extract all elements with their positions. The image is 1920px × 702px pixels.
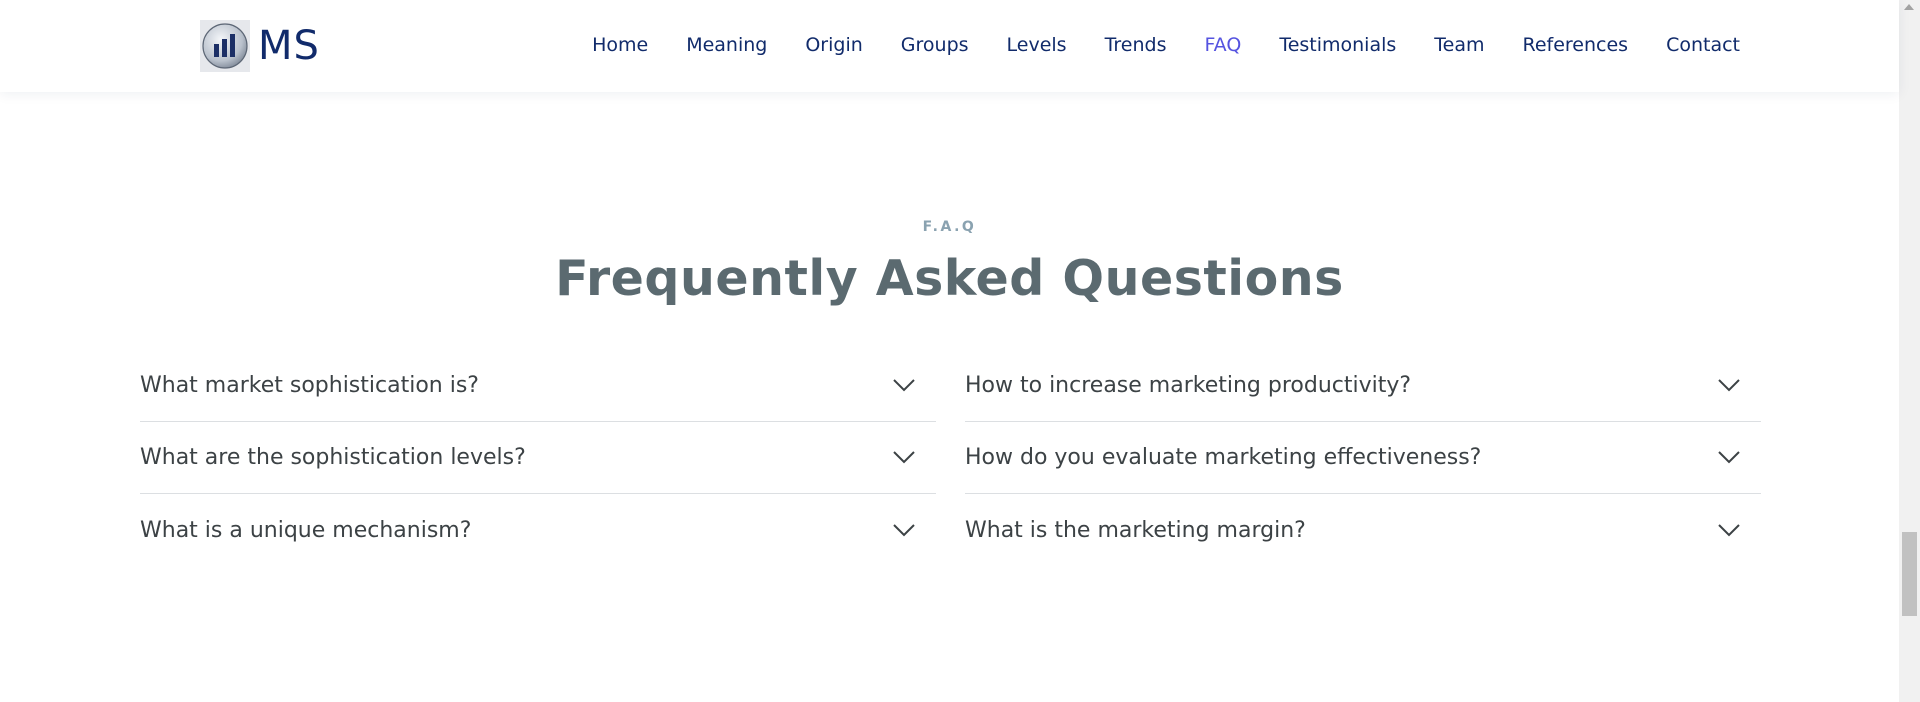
faq-item[interactable]: How do you evaluate marketing effectiven…: [965, 422, 1761, 494]
chevron-down-icon[interactable]: [892, 518, 916, 542]
site-logo[interactable]: MS: [200, 20, 320, 72]
section-title: Frequently Asked Questions: [555, 250, 1344, 307]
chevron-down-icon[interactable]: [892, 446, 916, 470]
nav-link-testimonials[interactable]: Testimonials: [1279, 30, 1396, 60]
scroll-up-arrow-icon[interactable]: [1904, 4, 1914, 10]
chevron-down-icon[interactable]: [1717, 446, 1741, 470]
faq-question: What is a unique mechanism?: [140, 517, 472, 543]
nav-link-team[interactable]: Team: [1434, 30, 1484, 60]
nav-link-trends[interactable]: Trends: [1105, 30, 1167, 60]
page-scrollbar[interactable]: [1899, 0, 1920, 702]
chevron-down-icon[interactable]: [1717, 374, 1741, 398]
faq-item[interactable]: What is a unique mechanism?: [140, 494, 936, 566]
site-header: MS Home Meaning Origin Groups Levels Tre…: [0, 0, 1899, 92]
faq-question: What is the marketing margin?: [965, 517, 1306, 543]
logo-text: MS: [258, 23, 320, 69]
section-eyebrow: F.A.Q: [922, 219, 977, 235]
faq-question: What are the sophistication levels?: [140, 445, 526, 470]
faq-item[interactable]: How to increase marketing productivity?: [965, 350, 1761, 422]
faq-column-left: What market sophistication is? What are …: [140, 350, 936, 566]
faq-question: What market sophistication is?: [140, 373, 479, 398]
nav-link-contact[interactable]: Contact: [1666, 30, 1740, 60]
scroll-thumb[interactable]: [1902, 532, 1917, 616]
nav-link-levels[interactable]: Levels: [1007, 30, 1067, 60]
faq-question: How to increase marketing productivity?: [965, 373, 1412, 398]
faq-item[interactable]: What market sophistication is?: [140, 350, 936, 422]
faq-question: How do you evaluate marketing effectiven…: [965, 445, 1482, 470]
nav-link-groups[interactable]: Groups: [901, 30, 969, 60]
nav-link-origin[interactable]: Origin: [805, 30, 862, 60]
faq-item[interactable]: What is the marketing margin?: [965, 494, 1761, 566]
chevron-down-icon[interactable]: [892, 374, 916, 398]
nav-link-home[interactable]: Home: [592, 30, 648, 60]
chevron-down-icon[interactable]: [1717, 518, 1741, 542]
faq-item[interactable]: What are the sophistication levels?: [140, 422, 936, 494]
nav-link-meaning[interactable]: Meaning: [686, 30, 767, 60]
faq-column-right: How to increase marketing productivity? …: [965, 350, 1761, 566]
main-nav: Home Meaning Origin Groups Levels Trends…: [554, 30, 1740, 60]
bar-chart-icon: [200, 20, 250, 72]
nav-link-faq[interactable]: FAQ: [1205, 30, 1242, 60]
nav-link-references[interactable]: References: [1523, 30, 1629, 60]
